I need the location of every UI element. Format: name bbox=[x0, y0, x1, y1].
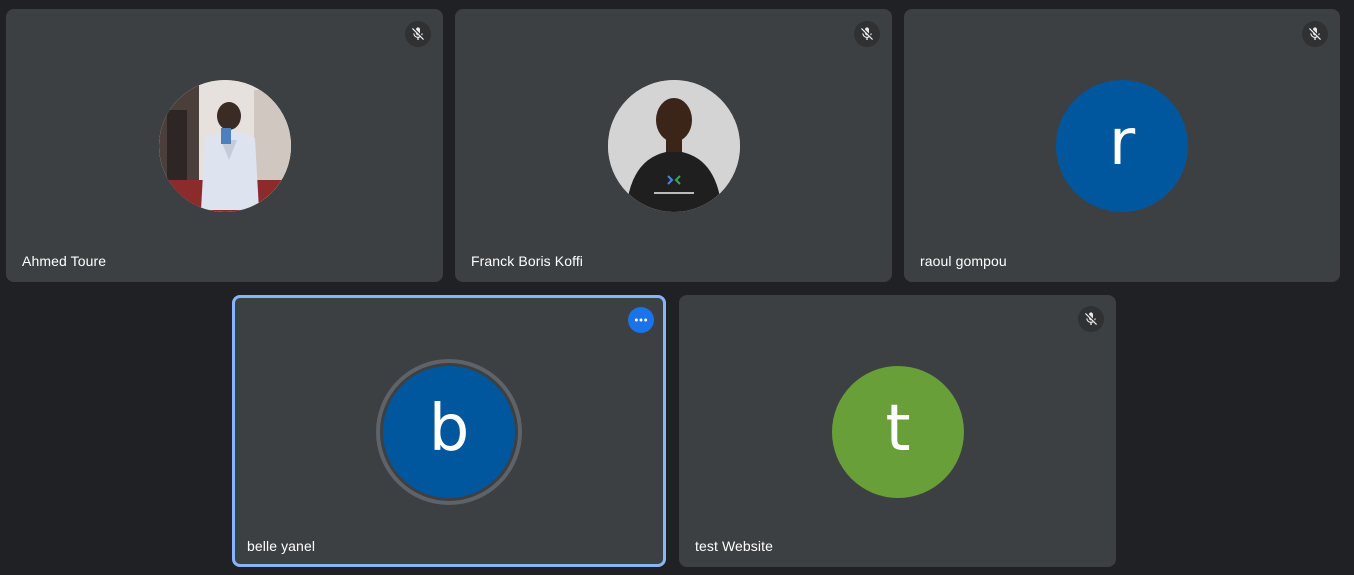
participant-letter-avatar: b bbox=[383, 366, 515, 498]
participant-photo-avatar bbox=[608, 80, 740, 212]
meeting-grid: Ahmed Toure Franck Boris Koffi r raoul g… bbox=[0, 0, 1354, 575]
participant-tile-belle-yanel[interactable]: b belle yanel bbox=[232, 295, 666, 567]
participant-tile-franck-boris-koffi[interactable]: Franck Boris Koffi bbox=[455, 9, 892, 282]
mic-off-icon bbox=[854, 21, 880, 47]
participant-tile-ahmed-toure[interactable]: Ahmed Toure bbox=[6, 9, 443, 282]
participant-tile-test-website[interactable]: t test Website bbox=[679, 295, 1116, 567]
participant-photo-avatar bbox=[159, 80, 291, 212]
participant-name: raoul gompou bbox=[920, 253, 1007, 269]
avatar-letter: b bbox=[428, 392, 470, 466]
participant-name: Franck Boris Koffi bbox=[471, 253, 584, 269]
participant-letter-avatar: r bbox=[1056, 80, 1188, 212]
mic-off-icon bbox=[405, 21, 431, 47]
avatar-letter: r bbox=[1108, 106, 1136, 180]
mic-off-icon bbox=[1302, 21, 1328, 47]
participant-name: belle yanel bbox=[247, 538, 316, 554]
participant-name: test Website bbox=[695, 538, 773, 554]
avatar-letter: t bbox=[885, 392, 911, 466]
participant-tile-raoul-gompou[interactable]: r raoul gompou bbox=[904, 9, 1340, 282]
participant-name: Ahmed Toure bbox=[22, 253, 107, 269]
participant-letter-avatar: t bbox=[832, 366, 964, 498]
mic-off-icon bbox=[1078, 306, 1104, 332]
more-options-icon[interactable] bbox=[628, 307, 654, 333]
